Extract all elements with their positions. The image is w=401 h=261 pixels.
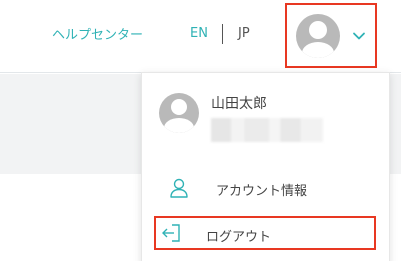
account-info-menu-item[interactable]: アカウント情報 — [154, 171, 376, 205]
chevron-down-icon — [353, 32, 365, 40]
lang-en-button[interactable]: EN — [190, 26, 208, 41]
account-info-label: アカウント情報 — [216, 184, 308, 199]
user-menu-button[interactable] — [285, 3, 377, 68]
logout-icon — [162, 224, 180, 242]
logout-menu-item[interactable]: ログアウト — [154, 216, 376, 250]
lang-jp-button[interactable]: JP — [238, 26, 250, 41]
user-name: 山田太郎 — [211, 96, 267, 112]
avatar-icon — [296, 14, 340, 58]
avatar-icon — [159, 93, 199, 133]
top-header: ヘルプセンター EN JP — [0, 0, 401, 73]
help-center-link[interactable]: ヘルプセンター — [52, 24, 143, 43]
redacted-email — [211, 118, 323, 142]
page: ヘルプセンター EN JP 山田太郎 アカウント情報 ログアウト — [0, 0, 401, 261]
lang-divider — [222, 24, 223, 44]
user-icon — [170, 178, 188, 198]
logout-label: ログアウト — [206, 230, 272, 245]
user-dropdown-menu: 山田太郎 アカウント情報 ログアウト — [141, 72, 390, 261]
